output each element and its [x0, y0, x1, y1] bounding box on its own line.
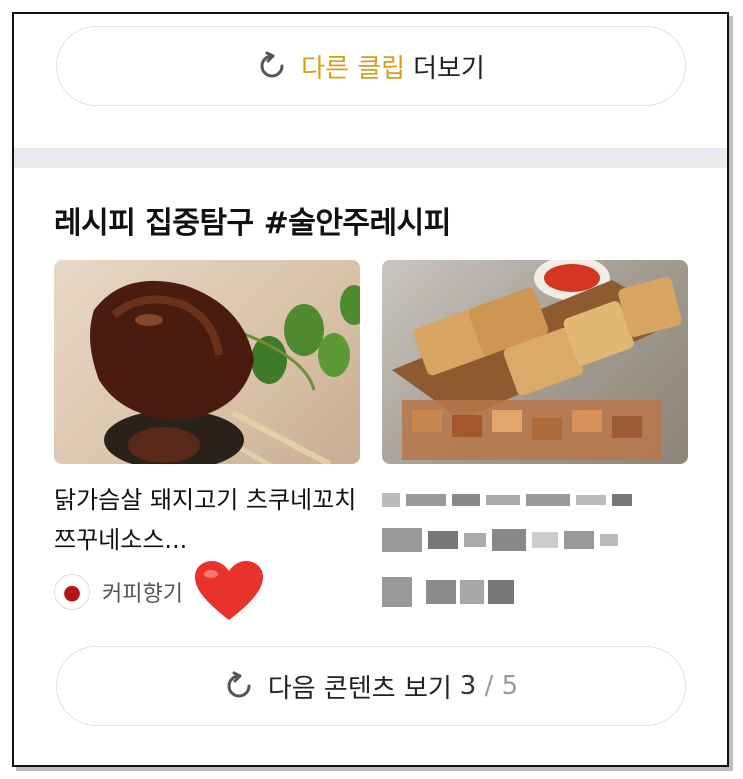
heart-icon — [194, 561, 263, 620]
recipe-widget: 다른 클립 더보기 레시피 집중탐구 #술안주레시피 닭가슴살 돼지고기 츠쿠네… — [12, 12, 729, 767]
section-divider — [14, 148, 727, 168]
recipe-title[interactable]: 닭가슴살 돼지고기 츠쿠네꼬치 쯔꾸네소스... — [54, 480, 360, 560]
page-separator: / — [476, 671, 502, 701]
next-content-button[interactable]: 다음 콘텐츠 보기 3 / 5 — [56, 646, 686, 726]
recipe-card[interactable] — [382, 260, 722, 614]
skewer-food-image — [90, 280, 360, 464]
current-page: 3 — [459, 671, 477, 701]
more-clips-button[interactable]: 다른 클립 더보기 — [56, 26, 686, 106]
total-pages: 5 — [501, 671, 519, 701]
more-clips-label: 더보기 — [413, 53, 485, 84]
avatar — [54, 574, 90, 610]
author-name: 커피향기 — [102, 582, 183, 607]
avatar — [382, 577, 412, 607]
pizza-bread-image — [392, 260, 682, 460]
recipe-thumbnail[interactable] — [54, 260, 360, 464]
author-row[interactable]: 커피향기 — [54, 561, 360, 620]
more-clips-accent-label: 다른 클립 — [301, 53, 406, 84]
author-row-blurred[interactable] — [382, 570, 722, 614]
recipe-title-blurred[interactable] — [382, 480, 722, 560]
refresh-icon — [260, 51, 284, 78]
refresh-icon — [227, 671, 251, 698]
recipe-card[interactable]: 닭가슴살 돼지고기 츠쿠네꼬치 쯔꾸네소스... 커피향기 — [54, 260, 360, 620]
section-title: 레시피 집중탐구 #술안주레시피 — [54, 206, 451, 241]
next-content-label: 다음 콘텐츠 보기 — [267, 673, 452, 704]
recipe-thumbnail[interactable] — [382, 260, 688, 464]
page-counter: 3 / 5 — [460, 671, 518, 701]
